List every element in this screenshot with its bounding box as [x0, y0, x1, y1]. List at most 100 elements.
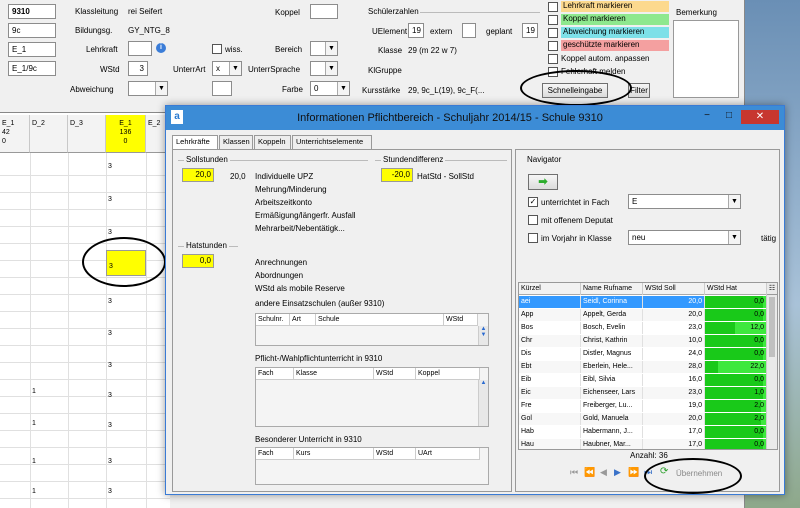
table-row[interactable]: App Appelt, Gerda 20,0 0,0 — [519, 309, 768, 321]
deputat-checkbox[interactable] — [528, 215, 538, 225]
grid-column-line — [68, 153, 69, 508]
navigator-label: Navigator — [527, 155, 562, 164]
table-row[interactable]: Dis Distler, Magnus 24,0 0,0 — [519, 348, 768, 360]
bemerkung-field[interactable] — [673, 20, 739, 98]
koppel-mark-checkbox[interactable] — [548, 15, 558, 25]
unterrsprache-select[interactable]: ▼ — [310, 61, 338, 76]
table-row[interactable]: Eib Eibl, Silvia 16,0 0,0 — [519, 374, 768, 386]
abweichung-extra-field[interactable] — [212, 81, 232, 96]
column-header: WStd — [374, 448, 416, 460]
grid-row-line — [0, 345, 170, 346]
grid-cell[interactable]: 1 — [32, 388, 36, 395]
tab-klassen[interactable]: Klassen — [219, 135, 253, 149]
class-field[interactable]: 9c — [8, 23, 56, 38]
wstd-field[interactable]: 3 — [128, 61, 148, 76]
grid-cell[interactable]: 1 — [32, 488, 36, 495]
grid-cell[interactable]: 3 — [108, 392, 112, 399]
table-row[interactable]: Chr Christ, Kathrin 10,0 0,0 — [519, 335, 768, 347]
cell-hat: 2,0 — [705, 413, 767, 425]
tab-lehrkraefte[interactable]: Lehrkräfte — [172, 135, 218, 150]
close-icon[interactable]: ✕ — [741, 110, 779, 124]
lehrkraft-field[interactable] — [128, 41, 152, 56]
table-row[interactable]: Bos Bosch, Evelin 23,0 12,0 — [519, 322, 768, 334]
forward-arrow-button[interactable]: ➡ — [528, 174, 558, 190]
next-page-icon[interactable]: ⏩ — [628, 467, 639, 478]
soll-item: Mehrung/Minderung — [255, 185, 327, 194]
vorjahr-select[interactable]: neu ▼ — [628, 230, 741, 245]
grid-cell[interactable]: 1 — [32, 458, 36, 465]
geschuetzte-mark-checkbox[interactable] — [548, 41, 558, 51]
schuelerzahlen-label: Schülerzahlen — [368, 7, 419, 16]
cell-n: Christ, Kathrin — [581, 335, 643, 347]
info-icon[interactable]: i — [156, 43, 166, 53]
grid-cell[interactable]: 3 — [108, 298, 112, 305]
farbe-select[interactable]: 0 ▼ — [310, 81, 350, 96]
column-header: Schulnr. — [256, 314, 290, 326]
hat-value: 0,0 — [754, 337, 764, 344]
diff-text: HatStd - SollStd — [417, 172, 474, 181]
minimize-icon[interactable]: − — [697, 110, 717, 124]
hat-value: 22,0 — [750, 363, 764, 370]
farbe-label: Farbe — [282, 85, 303, 94]
wiss-checkbox[interactable] — [212, 44, 222, 54]
table-row[interactable]: aei Seidl, Corinna 20,0 0,0 — [519, 296, 768, 308]
cell-hat: 2,0 — [705, 400, 767, 412]
table-row[interactable]: Hau Haubner, Mar... 17,0 0,0 — [519, 439, 768, 449]
geplant-label: geplant — [486, 27, 513, 36]
table-row[interactable]: Ebt Eberlein, Hele... 28,0 22,0 — [519, 361, 768, 373]
extern-field[interactable] — [462, 23, 476, 38]
vorjahr-checkbox[interactable] — [528, 233, 538, 243]
dialog-title: Informationen Pflichtbereich - Schuljahr… — [297, 112, 603, 124]
maximize-icon[interactable]: □ — [719, 110, 739, 124]
tab-unterrichtselemente[interactable]: Unterrichtselemente — [292, 135, 372, 149]
list-options-icon[interactable]: ☷ — [767, 283, 777, 295]
grid-header-d3: D_3 — [68, 115, 106, 153]
grid-cell[interactable]: 1 — [32, 420, 36, 427]
hat-value: 0,0 — [754, 298, 764, 305]
scrollbar[interactable]: ☷ — [766, 283, 777, 449]
koppel-field[interactable] — [310, 4, 338, 19]
lehrkraft-mark-checkbox[interactable] — [548, 2, 558, 12]
table-row[interactable]: Eic Eichenseer, Lars 23,0 1,0 — [519, 387, 768, 399]
cell-n: Bosch, Evelin — [581, 322, 643, 334]
grid-cell[interactable]: 3 — [108, 422, 112, 429]
tab-koppeln[interactable]: Koppeln — [254, 135, 291, 149]
highlight-circle — [82, 237, 166, 287]
scrollbar[interactable]: ▲ ▼ — [478, 326, 488, 345]
school-number-field[interactable]: 9310 — [8, 4, 56, 19]
fach-select[interactable]: E ▼ — [628, 194, 741, 209]
table-row[interactable]: Fre Freiberger, Lu... 19,0 2,0 — [519, 400, 768, 412]
cell-hat: 22,0 — [705, 361, 767, 373]
first-record-icon[interactable]: ⏮ — [570, 467, 578, 478]
grid-cell[interactable]: 3 — [108, 362, 112, 369]
e1-field[interactable]: E_1 — [8, 42, 56, 57]
abweichung-mark-checkbox[interactable] — [548, 28, 558, 38]
grid-cell[interactable]: 3 — [108, 163, 112, 170]
grid-cell[interactable]: 3 — [108, 196, 112, 203]
unterrichtet-checkbox[interactable]: ✓ — [528, 197, 538, 207]
grid-cell[interactable]: 3 — [108, 330, 112, 337]
scrollbar[interactable]: ▲ — [478, 380, 488, 426]
scroll-thumb[interactable] — [769, 297, 775, 357]
unterrart-select[interactable]: x ▼ — [212, 61, 242, 76]
koppel-autom-checkbox[interactable] — [548, 54, 558, 64]
bereich-select[interactable]: ▼ — [310, 41, 338, 56]
prev-record-icon[interactable]: ◀ — [600, 467, 607, 478]
abweichung-select[interactable]: ▼ — [128, 81, 168, 96]
grid-row-line — [0, 209, 170, 210]
grid-cell[interactable]: 3 — [108, 229, 112, 236]
hat-value: 0,0 — [754, 441, 764, 448]
grid-cell[interactable]: 3 — [108, 488, 112, 495]
prev-page-icon[interactable]: ⏪ — [584, 467, 595, 478]
soll-item: Arbeitszeitkonto — [255, 198, 312, 207]
grid-cell[interactable]: 3 — [108, 458, 112, 465]
hat-item: WStd als mobile Reserve — [255, 284, 345, 293]
cell-k: aei — [519, 296, 581, 308]
table-row[interactable]: Hab Habermann, J... 17,0 0,0 — [519, 426, 768, 438]
list-header: Kürzel Name Rufname WStd Soll WStd Hat — [519, 283, 769, 295]
cell-hat: 0,0 — [705, 296, 767, 308]
table-row[interactable]: Gol Gold, Manuela 20,0 2,0 — [519, 413, 768, 425]
next-record-icon[interactable]: ▶ — [614, 467, 621, 478]
e19c-field[interactable]: E_1/9c — [8, 61, 56, 76]
cell-s: 23,0 — [643, 387, 705, 399]
